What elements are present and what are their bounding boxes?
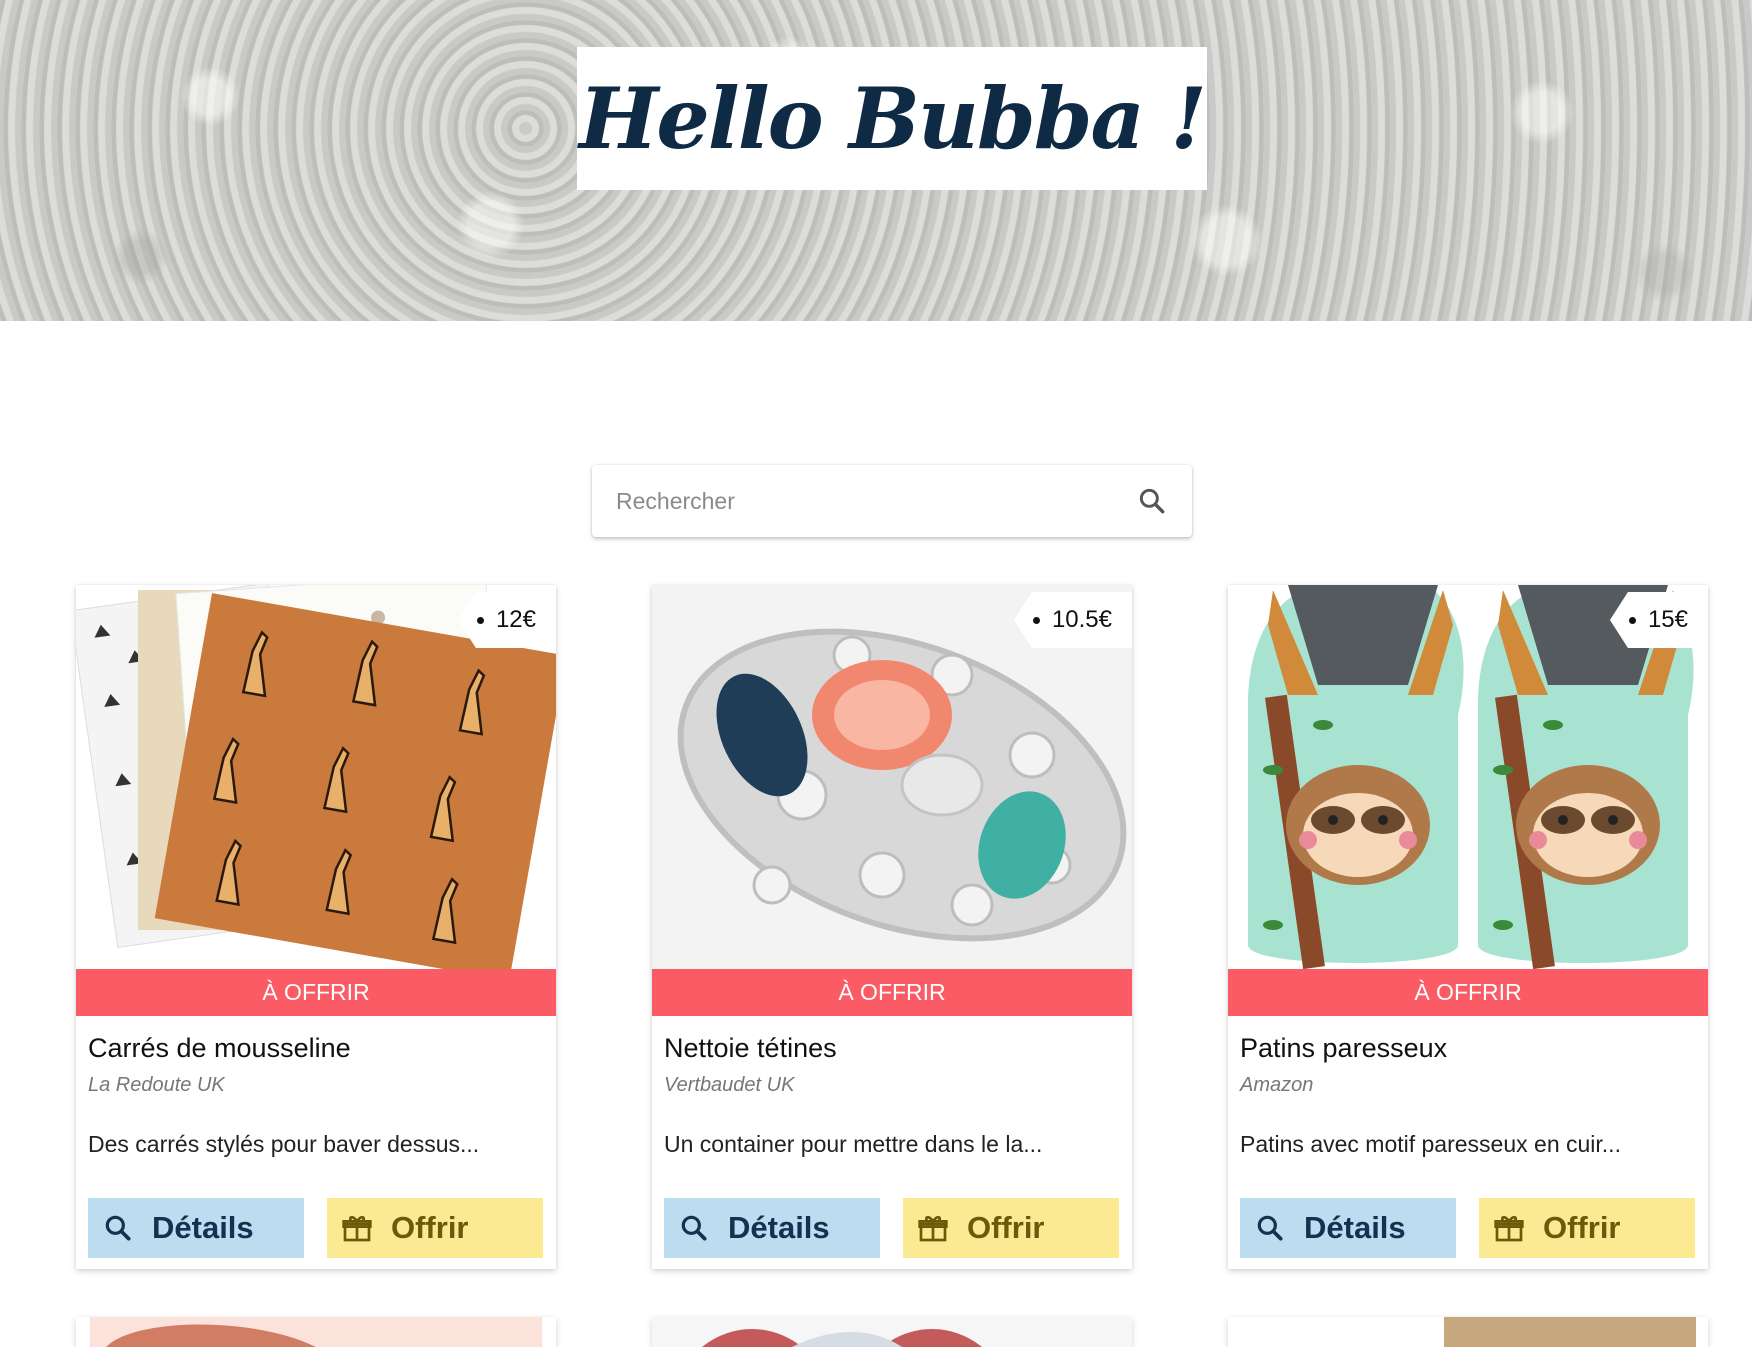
product-title[interactable]: Carrés de mousseline xyxy=(88,1033,351,1064)
product-description: Des carrés stylés pour baver dessus... xyxy=(88,1131,480,1157)
details-button[interactable]: Détails xyxy=(88,1198,304,1258)
gift-status-badge: À OFFRIR xyxy=(1228,969,1708,1016)
offer-button[interactable]: Offrir xyxy=(1479,1198,1695,1258)
search-icon xyxy=(681,1215,707,1241)
product-image[interactable] xyxy=(652,1317,1132,1347)
price-tag: 12€ xyxy=(457,592,556,648)
offer-button-label: Offrir xyxy=(1543,1210,1621,1245)
search-icon[interactable] xyxy=(1136,485,1168,517)
offer-button[interactable]: Offrir xyxy=(327,1198,543,1258)
search-bar[interactable] xyxy=(592,465,1192,537)
product-card xyxy=(76,1317,556,1347)
product-vendor: Amazon xyxy=(1240,1074,1314,1096)
product-vendor: La Redoute UK xyxy=(88,1074,225,1096)
product-card xyxy=(652,1317,1132,1347)
product-title[interactable]: Nettoie tétines xyxy=(664,1033,837,1064)
product-card: 12€ À OFFRIR Carrés de mousseline La Red… xyxy=(76,585,556,1269)
details-button-label: Détails xyxy=(1304,1210,1406,1245)
product-image[interactable] xyxy=(76,1317,556,1347)
offer-button[interactable]: Offrir xyxy=(903,1198,1119,1258)
product-image[interactable] xyxy=(1228,1317,1708,1347)
search-icon xyxy=(105,1215,131,1241)
gift-status-badge: À OFFRIR xyxy=(652,969,1132,1016)
product-vendor: Vertbaudet UK xyxy=(664,1074,795,1096)
gift-icon xyxy=(1494,1216,1524,1242)
offer-button-label: Offrir xyxy=(391,1210,469,1245)
logo-box[interactable]: Hello Bubba ! xyxy=(577,47,1207,190)
product-title[interactable]: Patins paresseux xyxy=(1240,1033,1447,1064)
product-card xyxy=(1228,1317,1708,1347)
search-input[interactable] xyxy=(616,487,1136,515)
gift-icon xyxy=(918,1216,948,1242)
offer-button-label: Offrir xyxy=(967,1210,1045,1245)
product-card: 10.5€ À OFFRIR Nettoie tétines Vertbaude… xyxy=(652,585,1132,1269)
details-button-label: Détails xyxy=(728,1210,830,1245)
price-tag: 10.5€ xyxy=(1013,592,1132,648)
product-description: Un container pour mettre dans le la... xyxy=(664,1131,1043,1157)
hero-banner: Hello Bubba ! xyxy=(0,0,1752,321)
gift-icon xyxy=(342,1216,372,1242)
gift-status-badge: À OFFRIR xyxy=(76,969,556,1016)
details-button[interactable]: Détails xyxy=(1240,1198,1456,1258)
product-card: 15€ À OFFRIR Patins paresseux Amazon Pat… xyxy=(1228,585,1708,1269)
details-button[interactable]: Détails xyxy=(664,1198,880,1258)
site-logo: Hello Bubba ! xyxy=(579,69,1207,168)
price-tag: 15€ xyxy=(1609,592,1708,648)
search-icon xyxy=(1257,1215,1283,1241)
product-description: Patins avec motif paresseux en cuir... xyxy=(1240,1131,1621,1157)
details-button-label: Détails xyxy=(152,1210,254,1245)
